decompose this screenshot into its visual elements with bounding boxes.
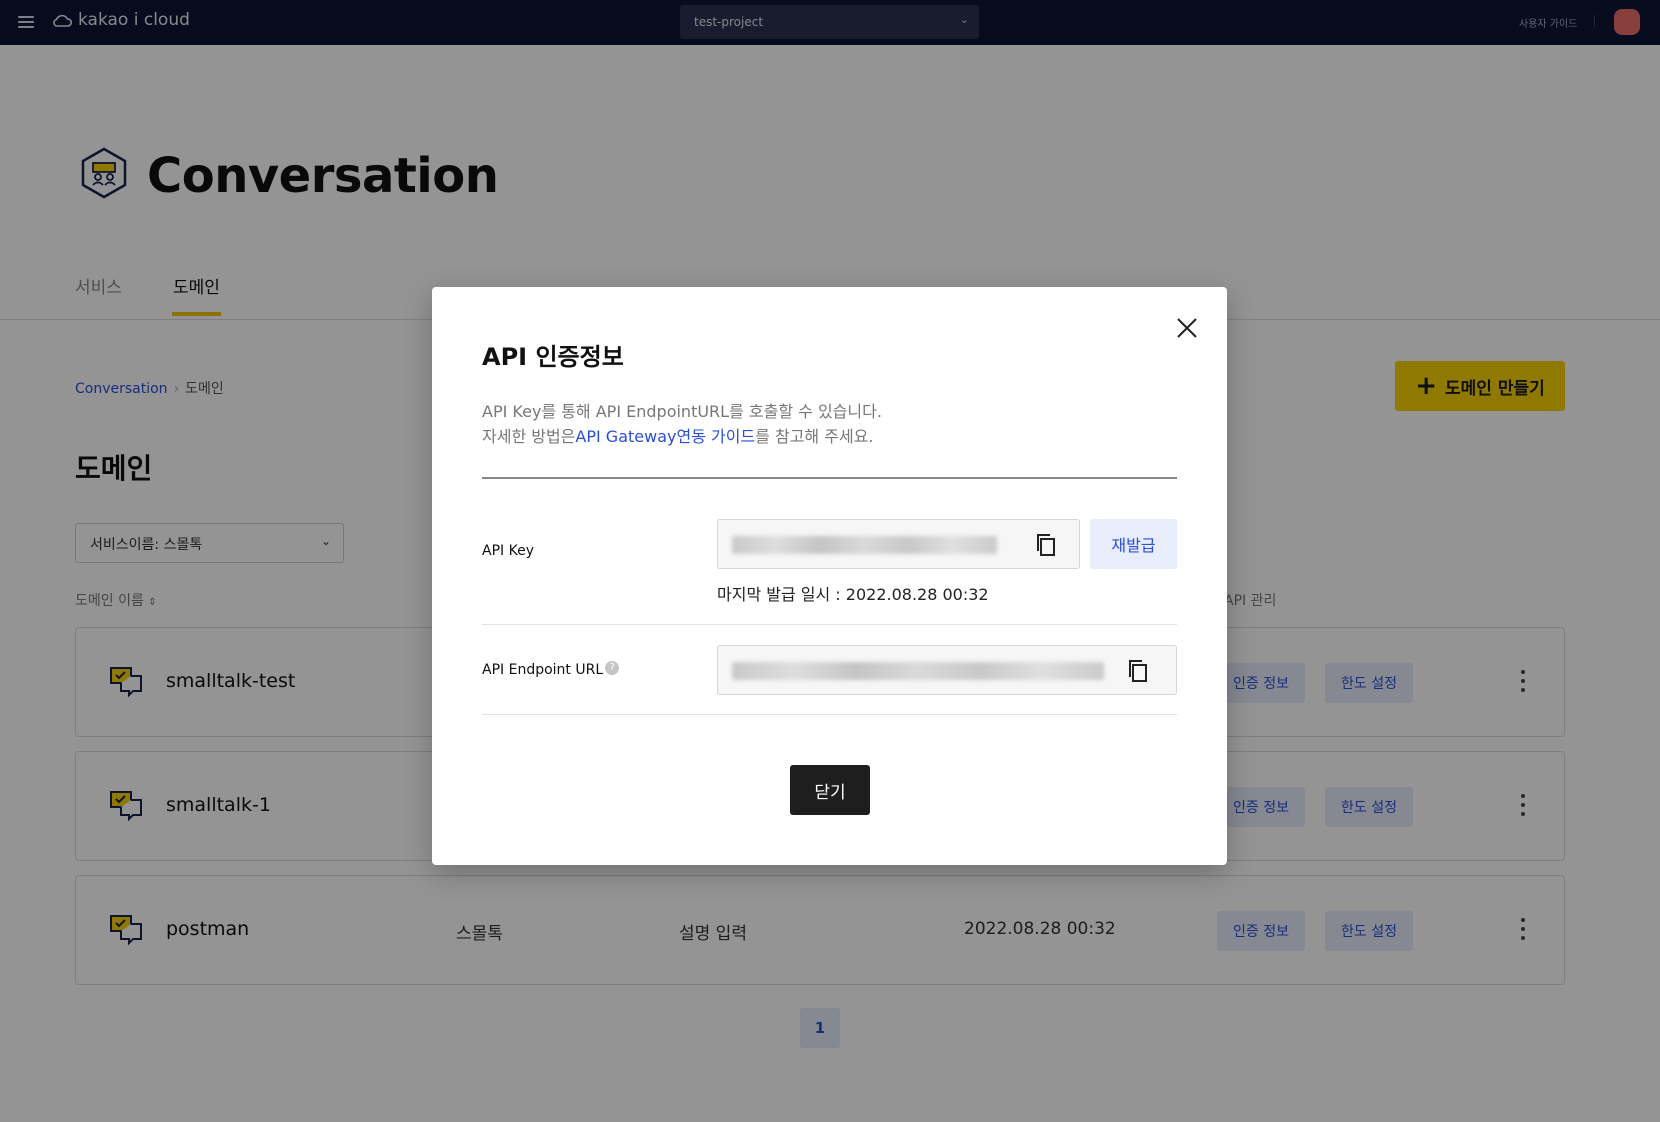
field-divider: [482, 624, 1177, 625]
endpoint-label: API Endpoint URL?: [482, 661, 620, 678]
modal-divider: [482, 477, 1177, 479]
reissue-button[interactable]: 재발급: [1090, 519, 1177, 569]
api-key-label: API Key: [482, 543, 534, 559]
copy-icon[interactable]: [1123, 656, 1153, 686]
modal-desc-line1: API Key를 통해 API EndpointURL를 호출할 수 있습니다.: [482, 402, 882, 421]
api-key-masked-value: [732, 536, 997, 554]
close-button[interactable]: 닫기: [790, 765, 870, 815]
modal-desc-suffix: 를 참고해 주세요.: [755, 427, 874, 446]
api-key-field[interactable]: [717, 519, 1080, 569]
modal-desc-prefix: 자세한 방법은: [482, 427, 576, 446]
help-icon[interactable]: ?: [605, 661, 620, 675]
endpoint-masked-value: [732, 662, 1104, 680]
api-endpoint-field[interactable]: [717, 645, 1177, 695]
modal-description: API Key를 통해 API EndpointURL를 호출할 수 있습니다.…: [482, 399, 882, 449]
endpoint-label-text: API Endpoint URL: [482, 662, 604, 678]
last-issued-text: 마지막 발급 일시 : 2022.08.28 00:32: [717, 585, 989, 604]
api-auth-modal: API 인증정보 API Key를 통해 API EndpointURL를 호출…: [432, 287, 1227, 865]
modal-desc-line2: 자세한 방법은API Gateway연동 가이드를 참고해 주세요.: [482, 424, 882, 449]
field-divider: [482, 714, 1177, 715]
copy-icon[interactable]: [1031, 530, 1061, 560]
api-gateway-guide-link[interactable]: API Gateway연동 가이드: [575, 427, 755, 446]
modal-title: API 인증정보: [482, 343, 624, 371]
close-icon[interactable]: [1172, 313, 1202, 343]
